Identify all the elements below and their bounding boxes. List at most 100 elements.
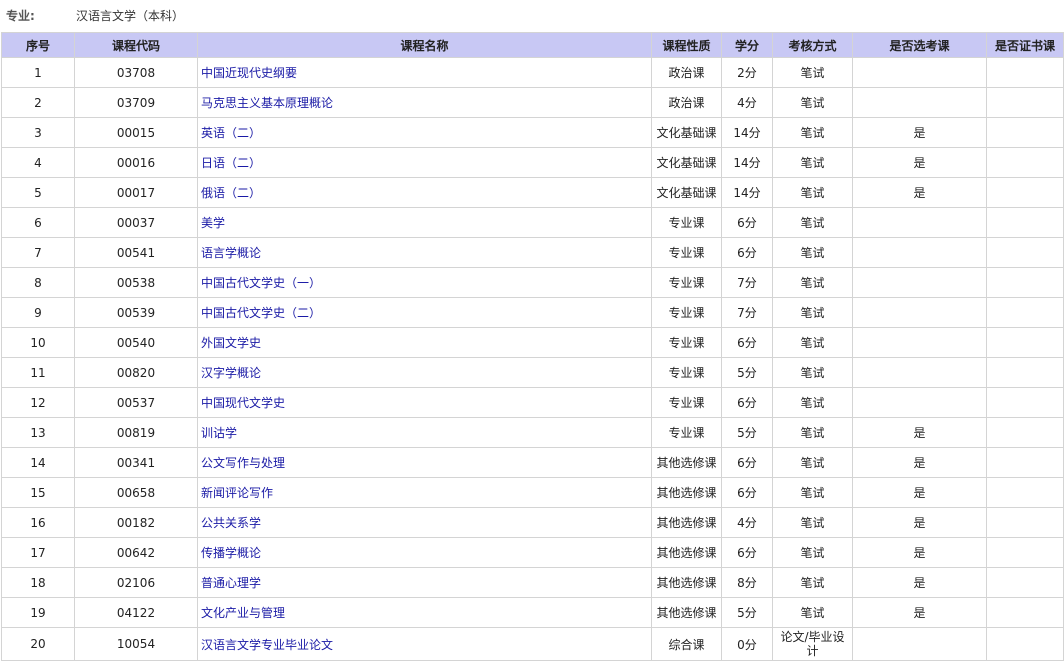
cell-method: 笔试 (772, 297, 853, 328)
course-link[interactable]: 新闻评论写作 (201, 486, 273, 500)
cell-code: 00819 (74, 417, 198, 448)
cell-no: 8 (1, 267, 75, 298)
major-info: 专业: 汉语言文学（本科） (0, 0, 1064, 32)
course-link[interactable]: 美学 (201, 216, 225, 230)
cell-code: 00037 (74, 207, 198, 238)
cell-elective (852, 207, 987, 238)
cell-no: 10 (1, 327, 75, 358)
cell-cert (986, 147, 1064, 178)
cell-name: 汉语言文学专业毕业论文 (197, 627, 652, 661)
cell-type: 综合课 (651, 627, 722, 661)
cell-elective: 是 (852, 177, 987, 208)
cell-method: 笔试 (772, 207, 853, 238)
cell-no: 3 (1, 117, 75, 148)
cell-code: 00015 (74, 117, 198, 148)
cell-type: 其他选修课 (651, 597, 722, 628)
cell-code: 00016 (74, 147, 198, 178)
cell-cert (986, 507, 1064, 538)
cell-type: 政治课 (651, 57, 722, 88)
course-link[interactable]: 马克思主义基本原理概论 (201, 96, 333, 110)
cell-elective (852, 87, 987, 118)
cell-method: 笔试 (772, 57, 853, 88)
cell-elective (852, 387, 987, 418)
course-link[interactable]: 中国近现代史纲要 (201, 66, 297, 80)
course-link[interactable]: 中国古代文学史（一） (201, 276, 321, 290)
course-link[interactable]: 汉语言文学专业毕业论文 (201, 638, 333, 652)
cell-cert (986, 567, 1064, 598)
course-link[interactable]: 中国古代文学史（二） (201, 306, 321, 320)
cell-method: 笔试 (772, 567, 853, 598)
cell-no: 18 (1, 567, 75, 598)
cell-elective (852, 627, 987, 661)
cell-name: 语言学概论 (197, 237, 652, 268)
table-row: 18 02106 普通心理学 其他选修课 8分 笔试 是 (1, 567, 1064, 598)
cell-credit: 5分 (721, 417, 773, 448)
cell-credit: 6分 (721, 327, 773, 358)
cell-cert (986, 387, 1064, 418)
cell-name: 传播学概论 (197, 537, 652, 568)
course-link[interactable]: 公文写作与处理 (201, 456, 285, 470)
cell-elective: 是 (852, 507, 987, 538)
cell-no: 12 (1, 387, 75, 418)
cell-no: 9 (1, 297, 75, 328)
cell-no: 7 (1, 237, 75, 268)
cell-type: 文化基础课 (651, 117, 722, 148)
cell-elective: 是 (852, 597, 987, 628)
course-link[interactable]: 英语（二） (201, 126, 261, 140)
cell-method: 笔试 (772, 537, 853, 568)
cell-credit: 6分 (721, 447, 773, 478)
cell-credit: 0分 (721, 627, 773, 661)
cell-method: 论文/毕业设计 (772, 627, 853, 661)
course-link[interactable]: 文化产业与管理 (201, 606, 285, 620)
course-link[interactable]: 普通心理学 (201, 576, 261, 590)
course-link[interactable]: 俄语（二） (201, 186, 261, 200)
cell-elective: 是 (852, 147, 987, 178)
cell-name: 外国文学史 (197, 327, 652, 358)
table-row: 19 04122 文化产业与管理 其他选修课 5分 笔试 是 (1, 597, 1064, 628)
cell-no: 19 (1, 597, 75, 628)
cell-type: 其他选修课 (651, 537, 722, 568)
course-link[interactable]: 训诂学 (201, 426, 237, 440)
cell-method: 笔试 (772, 327, 853, 358)
cell-method: 笔试 (772, 477, 853, 508)
course-link[interactable]: 汉字学概论 (201, 366, 261, 380)
cell-method: 笔试 (772, 597, 853, 628)
cell-no: 6 (1, 207, 75, 238)
cell-code: 10054 (74, 627, 198, 661)
cell-method: 笔试 (772, 387, 853, 418)
major-label: 专业: (6, 9, 35, 23)
cell-code: 04122 (74, 597, 198, 628)
cell-elective (852, 267, 987, 298)
cell-cert (986, 207, 1064, 238)
cell-name: 文化产业与管理 (197, 597, 652, 628)
cell-cert (986, 477, 1064, 508)
cell-method: 笔试 (772, 357, 853, 388)
cell-code: 00541 (74, 237, 198, 268)
cell-code: 00642 (74, 537, 198, 568)
cell-method: 笔试 (772, 447, 853, 478)
course-link[interactable]: 公共关系学 (201, 516, 261, 530)
cell-credit: 6分 (721, 237, 773, 268)
cell-code: 00538 (74, 267, 198, 298)
course-link[interactable]: 语言学概论 (201, 246, 261, 260)
cell-credit: 6分 (721, 387, 773, 418)
course-link[interactable]: 传播学概论 (201, 546, 261, 560)
course-link[interactable]: 日语（二） (201, 156, 261, 170)
cell-credit: 14分 (721, 177, 773, 208)
header-name: 课程名称 (197, 32, 652, 58)
course-link[interactable]: 中国现代文学史 (201, 396, 285, 410)
cell-no: 14 (1, 447, 75, 478)
cell-no: 5 (1, 177, 75, 208)
table-row: 1 03708 中国近现代史纲要 政治课 2分 笔试 (1, 57, 1064, 88)
cell-name: 中国近现代史纲要 (197, 57, 652, 88)
cell-type: 其他选修课 (651, 567, 722, 598)
cell-type: 其他选修课 (651, 447, 722, 478)
cell-cert (986, 327, 1064, 358)
cell-type: 文化基础课 (651, 147, 722, 178)
table-row: 9 00539 中国古代文学史（二） 专业课 7分 笔试 (1, 297, 1064, 328)
course-link[interactable]: 外国文学史 (201, 336, 261, 350)
cell-no: 11 (1, 357, 75, 388)
table-row: 2 03709 马克思主义基本原理概论 政治课 4分 笔试 (1, 87, 1064, 118)
cell-elective: 是 (852, 537, 987, 568)
cell-cert (986, 237, 1064, 268)
